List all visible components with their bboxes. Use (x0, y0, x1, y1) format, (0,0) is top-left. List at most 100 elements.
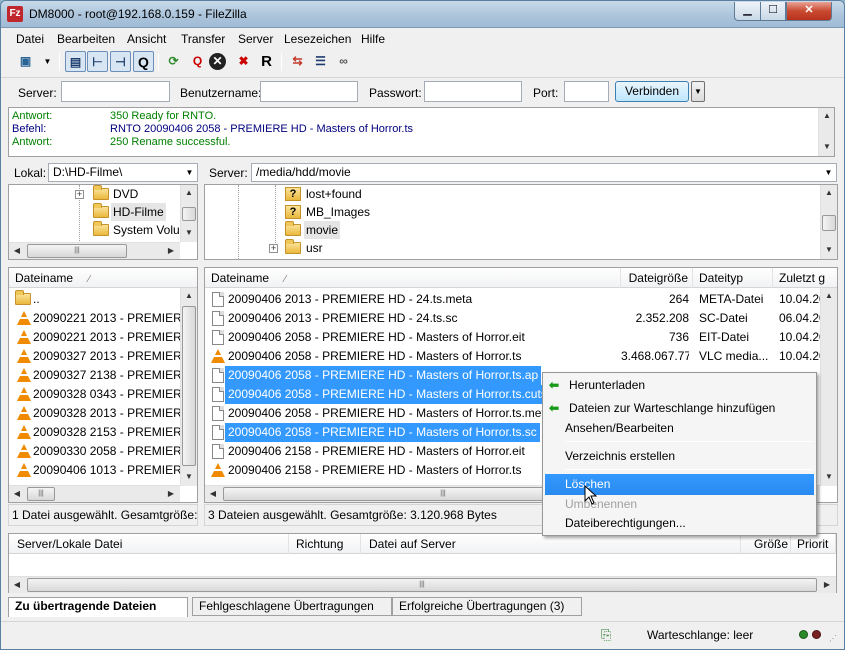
tree-item-lost-found[interactable]: ? lost+found (269, 185, 469, 203)
site-manager-dropdown-icon[interactable]: ▼ (37, 51, 58, 72)
port-input[interactable] (564, 81, 609, 102)
sync-browse-icon[interactable]: ∞ (333, 51, 354, 72)
toggle-local-tree-icon[interactable]: ⊢ (87, 51, 108, 72)
queue-hscrollbar[interactable]: ◀ ||| ▶ (9, 576, 836, 593)
column-header-size[interactable]: Dateigröße (621, 268, 693, 288)
tree-item-hd-filme[interactable]: HD-Filme (75, 203, 185, 221)
table-row[interactable]: 20090406 2013 - PREMIERE HD - 24.ts.meta… (205, 290, 820, 309)
tree-item-usr[interactable]: + usr (269, 239, 469, 257)
tree-item-system-volume[interactable]: System Volum (75, 221, 190, 239)
remote-list-vscrollbar[interactable]: ▲ ▼ (820, 288, 837, 486)
scroll-down-arrow-icon[interactable]: ▼ (181, 469, 197, 485)
menu-hilfe[interactable]: Hilfe (361, 32, 385, 46)
connect-button[interactable]: Verbinden (615, 81, 689, 102)
scroll-left-arrow-icon[interactable]: ◀ (9, 243, 25, 259)
queue-column-remote[interactable]: Datei auf Server (361, 534, 741, 554)
scroll-up-arrow-icon[interactable]: ▲ (181, 185, 197, 201)
password-input[interactable] (424, 81, 522, 102)
scroll-down-arrow-icon[interactable]: ▼ (821, 242, 837, 258)
scroll-thumb[interactable]: ||| (27, 578, 817, 592)
queue-column-priority[interactable]: Priorit (791, 534, 836, 554)
tree-item-mb-images[interactable]: ? MB_Images (269, 203, 469, 221)
process-queue-icon[interactable]: Q (187, 51, 208, 72)
toggle-queue-icon[interactable]: Q (133, 51, 154, 72)
minimize-button[interactable]: ▁ (734, 2, 761, 21)
column-header-filename[interactable]: Dateiname ⁄ (9, 268, 197, 288)
reconnect-icon[interactable]: R (256, 51, 277, 72)
chevron-down-icon[interactable]: ▼ (183, 165, 196, 180)
scroll-right-arrow-icon[interactable]: ▶ (163, 243, 179, 259)
menu-item-add-to-queue[interactable]: ⬅ Dateien zur Warteschlange hinzufügen (545, 398, 814, 419)
connect-history-dropdown[interactable]: ▼ (691, 81, 705, 102)
scroll-down-arrow-icon[interactable]: ▼ (181, 225, 197, 241)
menu-ansicht[interactable]: Ansicht (127, 32, 166, 46)
table-row[interactable]: 20090406 2013 - PREMIERE HD - 24.ts.sc 2.… (205, 309, 820, 328)
tree-item-dvd[interactable]: + DVD (75, 185, 185, 203)
table-row[interactable]: 20090327 2013 - PREMIERE H (9, 347, 180, 366)
expand-icon[interactable]: + (75, 190, 84, 199)
table-row[interactable]: 20090221 2013 - PREMIERE H (9, 309, 180, 328)
scroll-down-arrow-icon[interactable]: ▼ (821, 469, 837, 485)
queue-column-direction[interactable]: Richtung (289, 534, 361, 554)
remote-tree-vscrollbar[interactable]: ▲ ▼ (820, 185, 837, 259)
scroll-thumb[interactable] (182, 207, 196, 221)
scroll-left-arrow-icon[interactable]: ◀ (9, 486, 25, 502)
table-row[interactable]: 20090328 0343 - PREMIERE H (9, 385, 180, 404)
toggle-log-icon[interactable]: ▤ (65, 51, 86, 72)
menu-item-download[interactable]: ⬅ Herunterladen (545, 375, 814, 396)
table-row[interactable]: 20090328 2153 - PREMIERE H (9, 423, 180, 442)
filter-icon[interactable]: ☰ (310, 51, 331, 72)
tab-successful-transfers[interactable]: Erfolgreiche Übertragungen (3) (392, 597, 582, 616)
local-list-hscrollbar[interactable]: ◀ ||| ▶ (9, 485, 180, 502)
menu-item-view-edit[interactable]: Ansehen/Bearbeiten (545, 418, 814, 439)
scroll-thumb[interactable] (182, 306, 196, 466)
table-row[interactable]: 20090406 2058 - PREMIERE HD - Masters of… (205, 347, 820, 366)
menu-item-permissions[interactable]: Dateiberechtigungen... (545, 513, 814, 534)
scroll-thumb[interactable]: ||| (27, 244, 127, 258)
local-tree-hscrollbar[interactable]: ◀ ||| ▶ (9, 242, 180, 259)
table-row[interactable]: 20090221 2013 - PREMIERE H (9, 328, 180, 347)
expand-icon[interactable]: + (269, 244, 278, 253)
menu-transfer[interactable]: Transfer (181, 32, 225, 46)
column-header-filename[interactable]: Dateiname ⁄ (205, 268, 621, 288)
scroll-thumb[interactable] (822, 215, 836, 231)
local-tree-vscrollbar[interactable]: ▲ ▼ (180, 185, 197, 242)
refresh-icon[interactable]: ⟳ (163, 51, 184, 72)
local-path-combobox[interactable]: D:\HD-Filme\ ▼ (48, 163, 198, 182)
table-row[interactable]: 20090330 2058 - PREMIERE H (9, 442, 180, 461)
maximize-button[interactable]: ☐ (760, 2, 786, 21)
scroll-left-arrow-icon[interactable]: ◀ (205, 486, 221, 502)
cancel-icon[interactable]: ✕ (209, 53, 226, 70)
username-input[interactable] (260, 81, 358, 102)
scroll-thumb[interactable]: ||| (27, 487, 55, 501)
table-row[interactable]: 20090328 2013 - PREMIERE H (9, 404, 180, 423)
scroll-right-arrow-icon[interactable]: ▶ (163, 486, 179, 502)
resize-grip-icon[interactable]: ⋰ (829, 634, 841, 646)
menu-lesezeichen[interactable]: Lesezeichen (284, 32, 351, 46)
menu-item-create-directory[interactable]: Verzeichnis erstellen (545, 446, 814, 467)
scroll-up-arrow-icon[interactable]: ▲ (821, 185, 837, 201)
close-button[interactable]: ✕ (786, 2, 832, 21)
scroll-up-arrow-icon[interactable]: ▲ (181, 288, 197, 304)
site-manager-icon[interactable]: ▣ (15, 51, 36, 72)
scroll-right-arrow-icon[interactable]: ▶ (819, 577, 835, 593)
table-row[interactable]: .. (9, 290, 180, 309)
queue-column-size[interactable]: Größe (741, 534, 791, 554)
table-row[interactable]: 20090406 2058 - PREMIERE HD - Masters of… (205, 328, 820, 347)
queue-column-local[interactable]: Server/Lokale Datei (9, 534, 289, 554)
log-scrollbar[interactable]: ▲ ▼ (818, 108, 834, 156)
table-row[interactable]: 20090406 1013 - PREMIERE H (9, 461, 180, 480)
directory-compare-icon[interactable]: ⇆ (287, 51, 308, 72)
local-list-vscrollbar[interactable]: ▲ ▼ (180, 288, 197, 486)
disconnect-icon[interactable]: ✖ (233, 51, 254, 72)
tab-failed-transfers[interactable]: Fehlgeschlagene Übertragungen (192, 597, 392, 616)
chevron-down-icon[interactable]: ▼ (822, 165, 835, 180)
server-input[interactable] (61, 81, 170, 102)
table-row[interactable]: 20090327 2138 - PREMIERE H (9, 366, 180, 385)
toggle-remote-tree-icon[interactable]: ⊣ (110, 51, 131, 72)
menu-datei[interactable]: Datei (16, 32, 44, 46)
scroll-up-arrow-icon[interactable]: ▲ (821, 288, 837, 304)
menu-bearbeiten[interactable]: Bearbeiten (57, 32, 115, 46)
tree-item-movie[interactable]: movie (269, 221, 469, 239)
tab-queued-files[interactable]: Zu übertragende Dateien (8, 597, 188, 617)
